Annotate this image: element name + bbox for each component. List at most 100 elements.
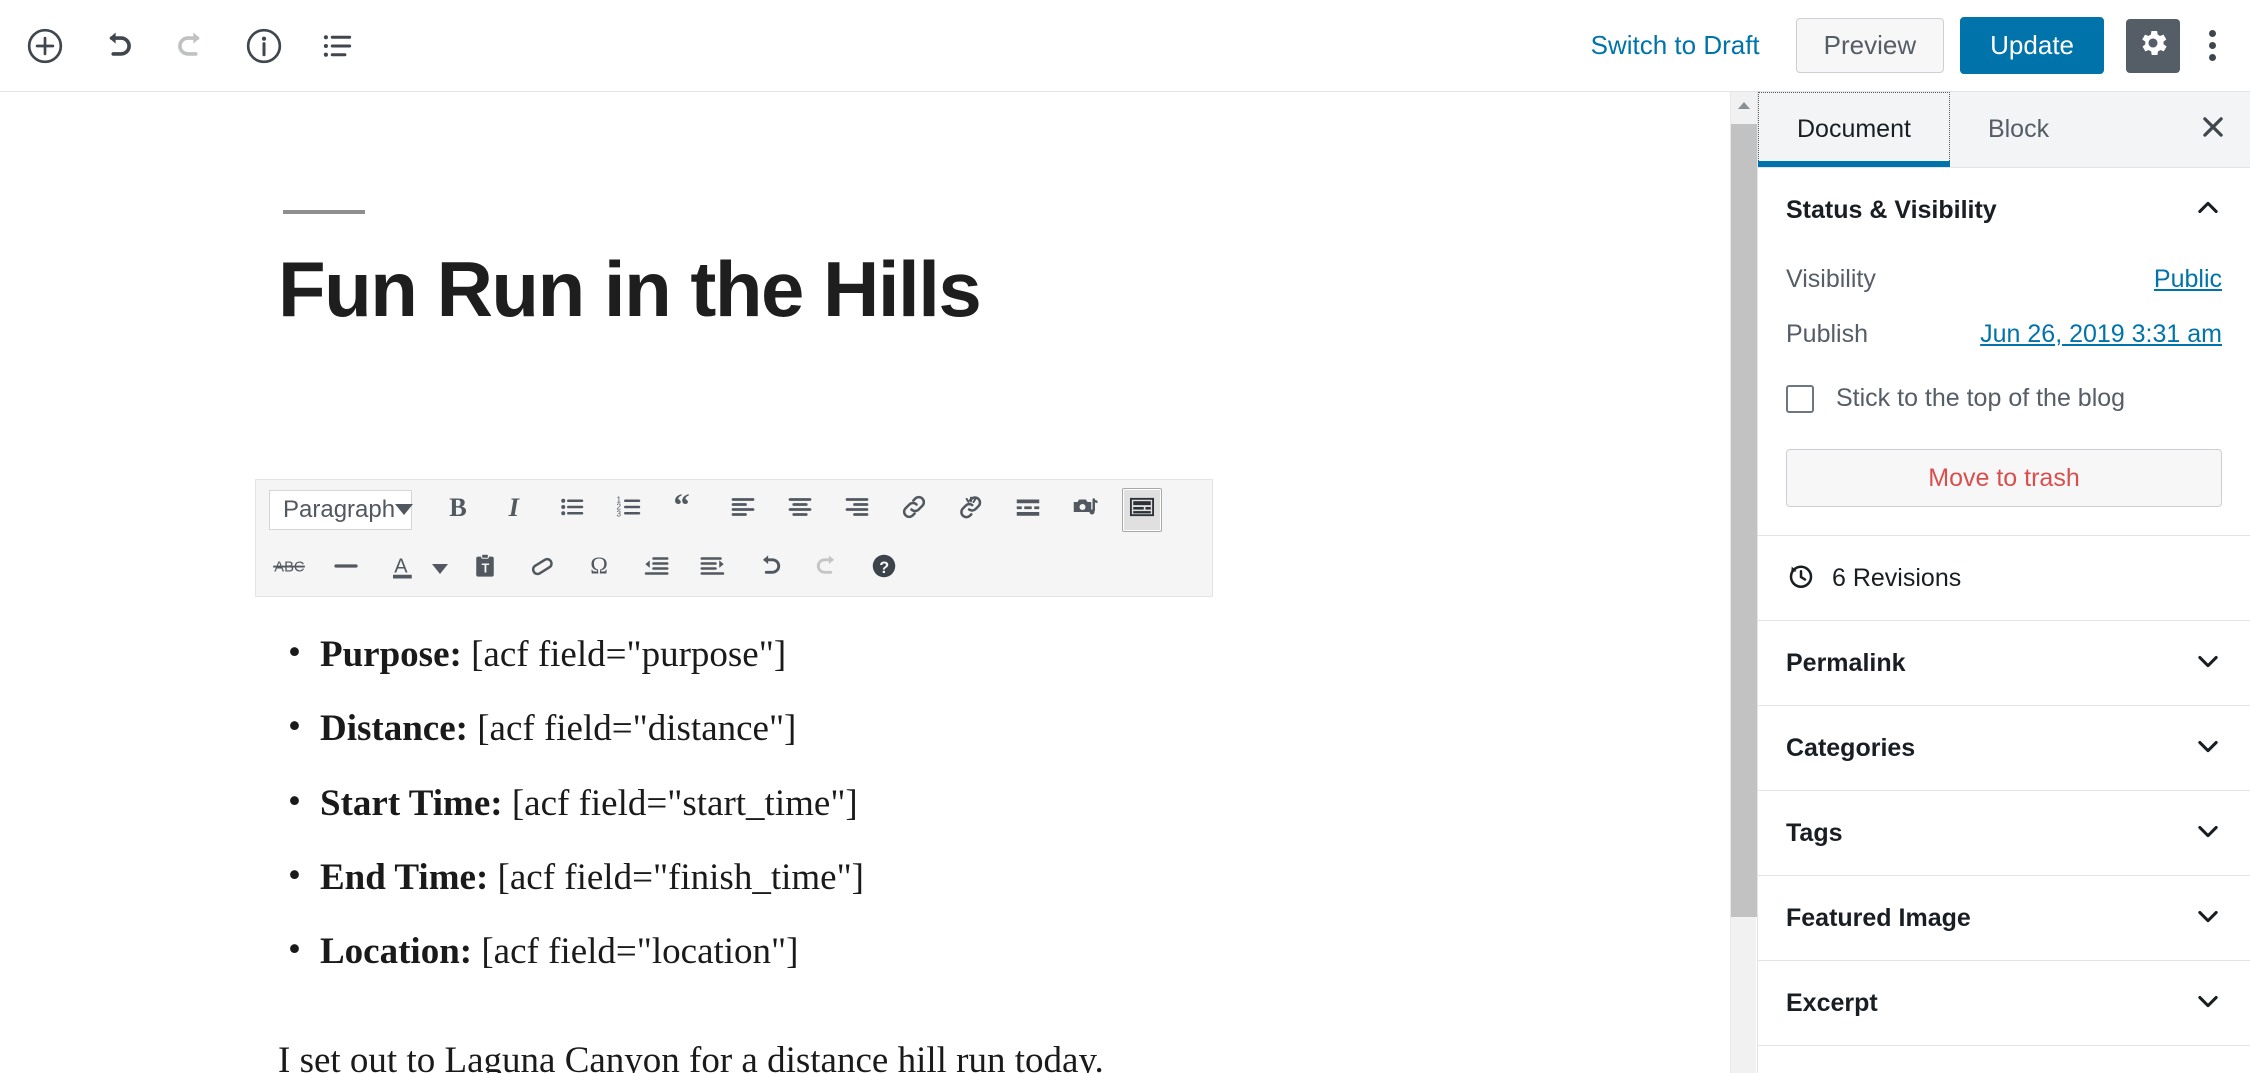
post-title[interactable]: Fun Run in the Hills — [278, 247, 980, 333]
block-navigation-button[interactable] — [310, 19, 364, 73]
publish-row: Publish Jun 26, 2019 3:31 am — [1786, 307, 2222, 362]
outdent-button[interactable] — [636, 547, 676, 591]
panel-categories-header[interactable]: Categories — [1786, 706, 2222, 790]
bulleted-list-button[interactable] — [552, 488, 592, 532]
horizontal-rule-button[interactable] — [326, 547, 366, 591]
unlink-button[interactable] — [951, 488, 991, 532]
strikethrough-button[interactable]: ABC — [269, 547, 309, 591]
toggle-toolbar-button[interactable] — [1122, 488, 1162, 532]
content-info-button[interactable] — [237, 19, 291, 73]
panel-permalink-header[interactable]: Permalink — [1786, 621, 2222, 705]
align-center-button[interactable] — [780, 488, 820, 532]
scroll-up-button[interactable] — [1731, 92, 1757, 124]
more-vertical-icon — [2209, 30, 2216, 61]
keyboard-shortcuts-button[interactable]: ? — [864, 547, 904, 591]
text-color-dropdown-button[interactable] — [432, 564, 448, 574]
add-block-button[interactable] — [18, 19, 72, 73]
misspelled-word[interactable]: Laguna — [444, 1040, 555, 1073]
editor-canvas[interactable]: Fun Run in the Hills Paragraph B I — [0, 92, 1728, 1073]
link-button[interactable] — [894, 488, 934, 532]
align-right-button[interactable] — [837, 488, 877, 532]
list-item[interactable]: End Time: [acf field="finish_time"] — [278, 855, 1208, 901]
list-item-label: Distance: — [320, 708, 468, 749]
block-format-select[interactable]: Paragraph — [269, 490, 412, 530]
panel-excerpt-header[interactable]: Excerpt — [1786, 961, 2222, 1045]
bold-button[interactable]: B — [438, 488, 478, 532]
gear-icon — [2136, 26, 2170, 65]
update-button[interactable]: Update — [1960, 17, 2104, 74]
sticky-checkbox[interactable] — [1786, 385, 1814, 413]
paste-as-text-button[interactable]: T — [465, 547, 505, 591]
panel-title: Status & Visibility — [1786, 196, 1997, 225]
list-item-value: [acf field="distance"] — [468, 708, 796, 749]
special-character-icon: Ω — [584, 551, 614, 586]
panel-featured-image: Featured Image — [1758, 876, 2250, 961]
italic-icon: I — [500, 492, 530, 527]
header-left-tools — [0, 19, 364, 73]
add-block-icon — [26, 27, 64, 65]
panel-featured-image-header[interactable]: Featured Image — [1786, 876, 2222, 960]
toolbar-redo-button[interactable] — [807, 547, 847, 591]
svg-text:?: ? — [879, 559, 889, 577]
align-left-button[interactable] — [723, 488, 763, 532]
panel-title: Permalink — [1786, 649, 1906, 678]
svg-text:3: 3 — [617, 509, 622, 518]
move-to-trash-button[interactable]: Move to trash — [1786, 449, 2222, 507]
tab-document[interactable]: Document — [1758, 92, 1950, 167]
panel-title: Categories — [1786, 734, 1915, 763]
list-item-label: Purpose: — [320, 634, 462, 675]
panel-permalink: Permalink — [1758, 621, 2250, 706]
svg-text:A: A — [394, 555, 408, 577]
numbered-list-button[interactable]: 1 2 3 — [609, 488, 649, 532]
redo-icon — [172, 27, 210, 65]
chevron-down-icon — [2194, 732, 2222, 765]
post-content[interactable]: Purpose: [acf field="purpose"] Distance:… — [278, 632, 1208, 1073]
list-item[interactable]: Location: [acf field="location"] — [278, 929, 1208, 975]
scrollbar-thumb[interactable] — [1731, 124, 1757, 917]
body-paragraph[interactable]: I set out to Laguna Canyon for a distanc… — [278, 1037, 1208, 1073]
canvas-scrollbar[interactable] — [1730, 92, 1756, 1073]
panel-revisions: 6 Revisions — [1758, 536, 2250, 621]
visibility-value-button[interactable]: Public — [2154, 265, 2222, 294]
toolbar-undo-button[interactable] — [750, 547, 790, 591]
panel-tags-header[interactable]: Tags — [1786, 791, 2222, 875]
horizontal-rule-icon — [331, 551, 361, 586]
block-format-value: Paragraph — [283, 496, 395, 524]
read-more-button[interactable] — [1008, 488, 1048, 532]
more-options-button[interactable] — [2190, 19, 2234, 73]
settings-button[interactable] — [2126, 19, 2180, 73]
list-item[interactable]: Start Time: [acf field="start_time"] — [278, 781, 1208, 827]
indent-button[interactable] — [693, 547, 733, 591]
undo-icon — [755, 551, 785, 586]
revisions-button[interactable]: 6 Revisions — [1786, 536, 2222, 620]
align-left-icon — [728, 492, 758, 527]
undo-icon — [99, 27, 137, 65]
blockquote-button[interactable]: “ — [666, 488, 706, 532]
tab-block[interactable]: Block — [1950, 92, 2087, 167]
caret-up-icon — [1736, 99, 1752, 117]
insert-media-icon — [1070, 492, 1100, 527]
switch-to-draft-button[interactable]: Switch to Draft — [1569, 30, 1782, 61]
align-center-icon — [785, 492, 815, 527]
panel-status-visibility-header[interactable]: Status & Visibility — [1786, 168, 2222, 252]
list-item[interactable]: Purpose: [acf field="purpose"] — [278, 632, 1208, 678]
preview-button[interactable]: Preview — [1796, 18, 1944, 73]
redo-button[interactable] — [164, 19, 218, 73]
list-item-value: [acf field="purpose"] — [462, 634, 786, 675]
special-character-button[interactable]: Ω — [579, 547, 619, 591]
list-item[interactable]: Distance: [acf field="distance"] — [278, 706, 1208, 752]
text-color-icon: A — [388, 551, 418, 586]
chevron-down-icon — [2194, 647, 2222, 680]
close-sidebar-button[interactable] — [2176, 92, 2250, 167]
clear-formatting-button[interactable] — [522, 547, 562, 591]
undo-button[interactable] — [91, 19, 145, 73]
publish-date-button[interactable]: Jun 26, 2019 3:31 am — [1980, 320, 2222, 349]
read-more-icon — [1013, 492, 1043, 527]
sticky-label[interactable]: Stick to the top of the blog — [1836, 384, 2125, 413]
link-icon — [899, 492, 929, 527]
chevron-down-icon — [395, 504, 413, 515]
text-color-button[interactable]: A — [383, 547, 423, 591]
insert-media-button[interactable] — [1065, 488, 1105, 532]
italic-button[interactable]: I — [495, 488, 535, 532]
info-icon — [245, 27, 283, 65]
